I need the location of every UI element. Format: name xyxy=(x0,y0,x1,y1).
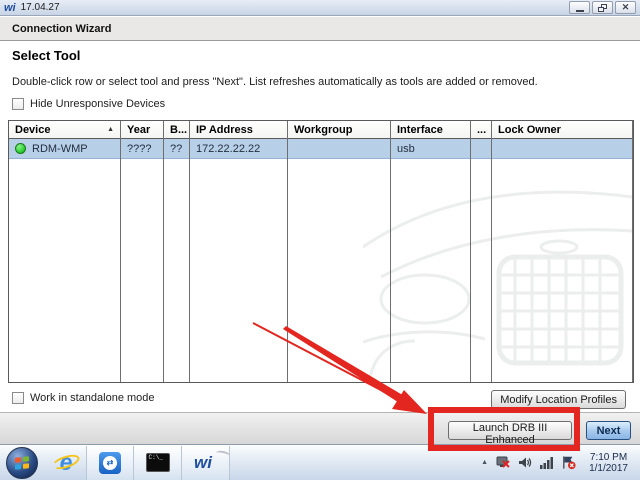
column-header-label: IP Address xyxy=(196,123,253,136)
windows-logo-icon xyxy=(15,455,29,470)
interface-value: usb xyxy=(397,142,415,155)
network-signal-icon[interactable] xyxy=(539,455,554,470)
wi-swoosh-icon xyxy=(215,449,231,460)
ip-address-value: 172.22.22.22 xyxy=(196,142,261,155)
column-b: B... ?? xyxy=(164,121,190,382)
table-row-cell-interface[interactable]: usb xyxy=(391,139,470,159)
column-header-label: Device xyxy=(15,123,51,136)
restore-button[interactable] xyxy=(592,1,613,14)
column-header-device[interactable]: Device ▲ xyxy=(9,121,120,139)
column-header-label: Lock Owner xyxy=(498,123,561,136)
standalone-mode-label: Work in standalone mode xyxy=(30,392,155,404)
column-ip-address: IP Address 172.22.22.22 xyxy=(190,121,288,382)
restore-icon xyxy=(598,3,607,12)
column-header-label: Year xyxy=(127,123,151,136)
column-header-dots[interactable]: ... xyxy=(471,121,491,139)
sort-ascending-icon: ▲ xyxy=(107,126,114,133)
clock-date: 1/1/2017 xyxy=(589,462,628,474)
wizard-header-title: Connection Wizard xyxy=(12,22,112,35)
window-title: 17.04.27 xyxy=(20,2,60,13)
b-value: ?? xyxy=(170,142,183,155)
command-prompt-icon: C:\_ xyxy=(145,453,170,472)
table-row-cell-year[interactable]: ???? xyxy=(121,139,163,159)
taskbar-clock[interactable]: 7:10 PM 1/1/2017 xyxy=(583,450,634,476)
taskbar-item-teamviewer[interactable]: ⇄ xyxy=(86,445,134,480)
screen: wi 17.04.27 ✕ Connection Wizard Select T… xyxy=(0,0,640,480)
clock-time: 7:10 PM xyxy=(589,451,628,463)
tray-expand-icon[interactable]: ▲ xyxy=(481,459,488,466)
status-online-icon xyxy=(15,143,26,154)
table-row-cell-b[interactable]: ?? xyxy=(164,139,189,159)
window-controls: ✕ xyxy=(569,1,636,14)
column-header-label: Workgroup xyxy=(294,123,353,136)
network-disconnected-icon[interactable] xyxy=(495,455,510,470)
wi-app-icon: wi xyxy=(194,449,231,473)
column-header-year[interactable]: Year xyxy=(121,121,163,139)
standalone-mode-checkbox[interactable]: Work in standalone mode xyxy=(12,392,155,404)
volume-icon[interactable] xyxy=(517,455,532,470)
column-lock-owner: Lock Owner xyxy=(492,121,633,382)
taskbar: e ⇄ C:\_ wi ▲ 7:10 PM 1/1/2017 xyxy=(0,444,640,480)
column-workgroup: Workgroup xyxy=(288,121,391,382)
hide-unresponsive-label: Hide Unresponsive Devices xyxy=(30,98,166,110)
taskbar-item-wi-app[interactable]: wi xyxy=(182,445,231,480)
wizard-header-bar: Connection Wizard xyxy=(0,17,640,41)
window-titlebar[interactable]: wi 17.04.27 ✕ xyxy=(0,0,640,16)
table-row-cell-ip-address[interactable]: 172.22.22.22 xyxy=(190,139,287,159)
column-header-label: ... xyxy=(477,123,487,136)
device-name: RDM-WMP xyxy=(32,142,88,155)
checkbox-icon[interactable] xyxy=(12,98,24,110)
column-header-b[interactable]: B... xyxy=(164,121,189,139)
device-table: Device ▲ RDM-WMP Year ???? B... ?? IP Ad… xyxy=(8,120,634,383)
taskbar-item-internet-explorer[interactable]: e xyxy=(46,446,86,480)
column-dots: ... xyxy=(471,121,492,382)
column-device: Device ▲ RDM-WMP xyxy=(9,121,121,382)
column-header-label: Interface xyxy=(397,123,443,136)
table-row-cell-device[interactable]: RDM-WMP xyxy=(9,139,120,159)
column-interface: Interface usb xyxy=(391,121,471,382)
instructions-text: Double-click row or select tool and pres… xyxy=(12,76,538,88)
year-value: ???? xyxy=(127,142,152,155)
column-header-ip-address[interactable]: IP Address xyxy=(190,121,287,139)
modify-location-profiles-button[interactable]: Modify Location Profiles xyxy=(491,390,626,409)
column-year: Year ???? xyxy=(121,121,164,382)
column-header-interface[interactable]: Interface xyxy=(391,121,470,139)
close-button[interactable]: ✕ xyxy=(615,1,636,14)
system-tray: ▲ 7:10 PM 1/1/2017 xyxy=(481,450,640,476)
page-title: Select Tool xyxy=(12,48,81,63)
minimize-button[interactable] xyxy=(569,1,590,14)
table-row-cell-lock-owner[interactable] xyxy=(492,139,632,159)
checkbox-icon[interactable] xyxy=(12,392,24,404)
next-button[interactable]: Next xyxy=(586,421,631,440)
launch-drb-iii-enhanced-button[interactable]: Launch DRB III Enhanced xyxy=(448,421,572,446)
taskbar-item-command-prompt[interactable]: C:\_ xyxy=(134,445,182,480)
table-row-cell-workgroup[interactable] xyxy=(288,139,390,159)
action-center-flag-icon[interactable] xyxy=(561,455,576,470)
table-row-cell-dots[interactable] xyxy=(471,139,491,159)
teamviewer-icon: ⇄ xyxy=(99,451,121,474)
column-header-label: B... xyxy=(170,123,188,136)
hide-unresponsive-checkbox[interactable]: Hide Unresponsive Devices xyxy=(12,98,165,110)
app-icon: wi xyxy=(4,1,16,14)
column-header-lock-owner[interactable]: Lock Owner xyxy=(492,121,632,139)
minimize-icon xyxy=(575,9,584,12)
start-button[interactable] xyxy=(6,446,38,479)
close-icon: ✕ xyxy=(621,2,630,12)
column-header-workgroup[interactable]: Workgroup xyxy=(288,121,390,139)
